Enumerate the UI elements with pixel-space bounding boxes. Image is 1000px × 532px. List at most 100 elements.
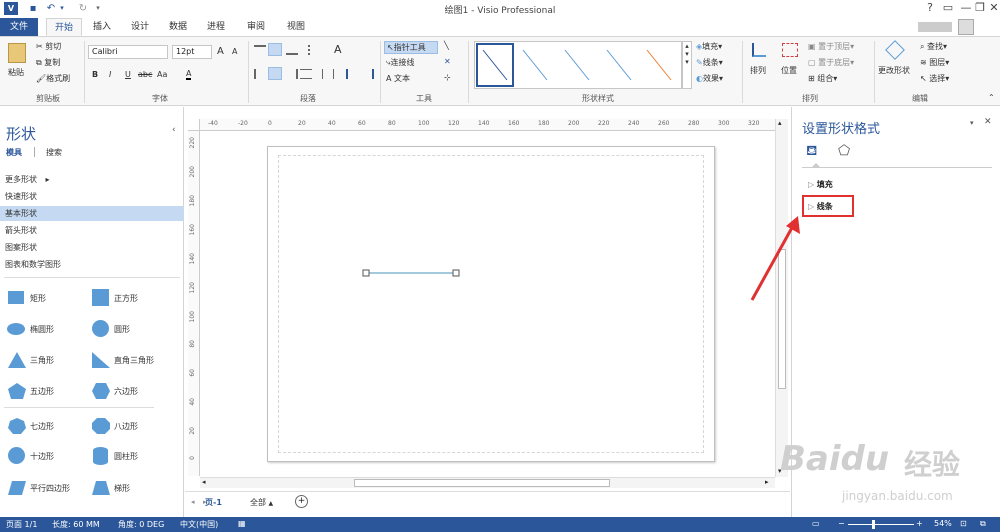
tab-search[interactable]: 搜索	[46, 147, 62, 158]
font-size-select[interactable]: 12pt	[172, 45, 212, 59]
decrease-indent-icon[interactable]	[346, 69, 358, 79]
tab-process[interactable]: 进程	[200, 18, 232, 36]
underline-button[interactable]: U	[125, 70, 131, 79]
page-indicator[interactable]: 页面 1/1	[6, 519, 37, 530]
copy-button[interactable]: ⧉ 复制	[36, 57, 60, 68]
font-color-button[interactable]: A	[186, 69, 192, 80]
tab-stencils[interactable]: 模具	[6, 147, 22, 158]
tab-page-1[interactable]: 页-1	[205, 497, 222, 508]
shape-decagon[interactable]: 十边形	[6, 447, 86, 467]
switch-windows-icon[interactable]: ⧉	[980, 519, 986, 529]
line-tool-icon[interactable]: ╲	[444, 41, 449, 50]
align-bottom-icon[interactable]	[286, 45, 298, 55]
add-page-button[interactable]: +	[295, 495, 308, 508]
tab-home[interactable]: 开始	[46, 18, 82, 36]
macro-icon[interactable]: ▦	[238, 519, 246, 528]
close-tool-icon[interactable]: ✕	[444, 57, 451, 66]
group-button[interactable]: ⊞ 组合▾	[808, 73, 837, 84]
stencil-basic-shapes[interactable]: 基本形状	[5, 208, 37, 219]
scroll-left-icon[interactable]: ◂	[202, 478, 206, 486]
align-top-icon[interactable]	[254, 45, 266, 55]
zoom-slider-thumb[interactable]	[872, 520, 875, 529]
fit-page-icon[interactable]: ⊡	[960, 519, 967, 528]
scroll-up-icon[interactable]: ▴	[778, 119, 782, 127]
shape-ellipse[interactable]: 椭圆形	[6, 320, 86, 340]
format-painter-button[interactable]: 🖌格式刷	[36, 73, 70, 84]
stencil-chart-math-shapes[interactable]: 图表和数学图形	[5, 259, 61, 270]
change-shape-button[interactable]: 更改形状	[878, 65, 910, 76]
shape-cylinder[interactable]: 圆柱形	[90, 447, 170, 467]
italic-button[interactable]: I	[109, 70, 111, 79]
collapse-pane-icon[interactable]: ‹	[172, 125, 176, 135]
connection-point-icon[interactable]: ⊹	[444, 73, 451, 82]
send-to-back-button[interactable]: ▢ 置于底层▾	[808, 57, 854, 68]
nav-prev-icon[interactable]: ◂	[191, 498, 195, 506]
distribute-icon[interactable]	[322, 69, 334, 79]
shape-trapezoid[interactable]: 梯形	[90, 479, 170, 499]
zoom-in-icon[interactable]: +	[916, 519, 923, 528]
pane-close-icon[interactable]: ✕	[984, 117, 992, 127]
ribbon-display-button[interactable]: ▭	[938, 1, 958, 15]
horizontal-scroll-thumb[interactable]	[354, 479, 610, 487]
position-button[interactable]: 位置	[781, 65, 797, 76]
position-icon[interactable]	[782, 43, 798, 57]
shape-styles-gallery[interactable]	[474, 41, 682, 89]
line-button[interactable]: ✎线条▾	[696, 57, 723, 68]
shape-heptagon[interactable]: 七边形	[6, 417, 86, 437]
collapse-ribbon-icon[interactable]: ⌃	[988, 93, 995, 102]
paste-button[interactable]: 粘贴	[8, 67, 24, 78]
bold-button[interactable]: B	[92, 70, 98, 79]
shape-octagon[interactable]: 八边形	[90, 417, 170, 437]
stencil-pattern-shapes[interactable]: 图案形状	[5, 242, 37, 253]
effects-tab-icon[interactable]: ⬠	[838, 143, 850, 159]
drawing-page[interactable]	[267, 146, 715, 462]
change-shape-icon[interactable]	[885, 40, 905, 60]
bring-to-front-button[interactable]: ▣ 置于顶层▾	[808, 41, 854, 52]
shape-triangle[interactable]: 三角形	[6, 351, 86, 371]
all-pages-button[interactable]: 全部 ▲	[250, 497, 273, 508]
grow-font-button[interactable]: A	[217, 46, 224, 57]
align-left-icon[interactable]	[254, 69, 266, 79]
shape-right-triangle[interactable]: 直角三角形	[90, 351, 180, 371]
style-gallery-lines[interactable]	[475, 42, 683, 90]
stencil-arrow-shapes[interactable]: 箭头形状	[5, 225, 37, 236]
cut-button[interactable]: ✂ 剪切	[36, 41, 61, 52]
gallery-scroll-icon[interactable]: ▴ ▾ ▾	[682, 41, 692, 89]
zoom-level[interactable]: 54%	[934, 519, 952, 528]
align-button[interactable]: 排列	[750, 65, 766, 76]
avatar[interactable]	[958, 19, 974, 35]
align-shapes-icon[interactable]	[752, 43, 766, 57]
tab-data[interactable]: 数据	[162, 18, 194, 36]
pointer-tool-button[interactable]: ↖指针工具	[384, 41, 438, 54]
connector-button[interactable]: ⤷连接线	[386, 57, 414, 68]
align-center-icon[interactable]	[268, 67, 282, 80]
shape-square[interactable]: 正方形	[90, 289, 170, 309]
stencil-quick-shapes[interactable]: 快速形状	[5, 191, 37, 202]
bullets-icon[interactable]	[308, 45, 320, 55]
change-case-button[interactable]: Aa	[157, 70, 167, 79]
canvas-background[interactable]	[201, 132, 775, 474]
shape-parallelogram[interactable]: 平行四边形	[6, 479, 96, 499]
strikethrough-button[interactable]: abc	[138, 70, 152, 79]
align-right-icon[interactable]	[286, 69, 298, 79]
increase-indent-icon[interactable]	[362, 69, 374, 79]
language-indicator[interactable]: 中文(中国)	[180, 519, 218, 530]
text-direction-icon[interactable]: A	[334, 43, 342, 56]
more-shapes-button[interactable]: 更多形状 ▸	[5, 174, 50, 185]
align-middle-icon[interactable]	[268, 43, 282, 56]
pane-options-icon[interactable]: ▾	[970, 119, 974, 127]
help-button[interactable]: ?	[920, 1, 940, 15]
select-button[interactable]: ↖ 选择▾	[920, 73, 949, 84]
line-shape[interactable]	[362, 267, 462, 279]
shape-circle[interactable]: 圆形	[90, 320, 170, 340]
fill-section[interactable]: ▷ 填充	[808, 179, 833, 190]
effects-button[interactable]: ◐效果▾	[696, 73, 723, 84]
presentation-mode-icon[interactable]: ▭	[812, 519, 820, 528]
fill-line-tab-icon[interactable]: ⛾	[806, 143, 817, 161]
find-button[interactable]: ⌕ 查找▾	[920, 41, 947, 52]
tab-file[interactable]: 文件	[0, 18, 38, 36]
tab-view[interactable]: 视图	[280, 18, 312, 36]
zoom-out-icon[interactable]: −	[838, 519, 845, 528]
text-button[interactable]: A 文本	[386, 73, 410, 84]
paste-icon[interactable]	[8, 43, 26, 63]
